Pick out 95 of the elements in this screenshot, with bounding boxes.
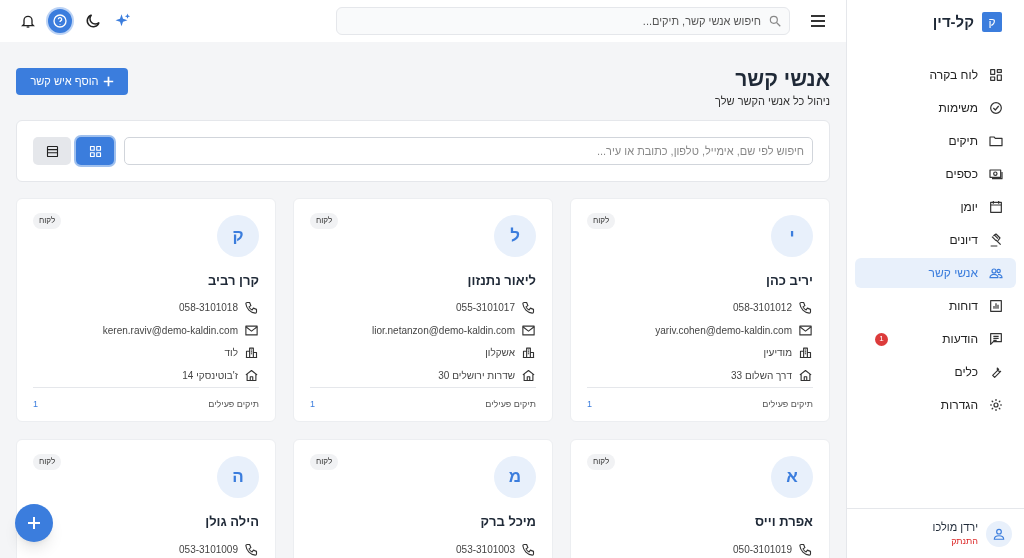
- contact-name: קרן רביב: [208, 272, 259, 290]
- menu-icon[interactable]: [810, 15, 826, 27]
- filter-search-field[interactable]: חיפוש לפי שם, אימייל, טלפון, כתובת או עיר...: [124, 137, 813, 165]
- city-text: אשקלון: [485, 346, 515, 361]
- phone-number: 053-3101009: [179, 543, 238, 557]
- phone-number: 050-3101019: [733, 543, 792, 557]
- client-tag: לקוח: [33, 454, 62, 470]
- house-icon: [244, 367, 259, 383]
- email-text: lior.netanzon@demo-kaldin.com: [372, 323, 515, 338]
- house-icon: [798, 367, 813, 383]
- grid-view-button[interactable]: [76, 137, 114, 165]
- nav-item[interactable]: הגדרות: [855, 390, 1016, 420]
- footer-label: תיקים פעילים: [485, 397, 536, 411]
- nav-item[interactable]: לוח בקרה: [855, 60, 1016, 90]
- logout-link[interactable]: התנתק: [932, 535, 978, 549]
- phone-number: 058-3101018: [179, 301, 238, 316]
- phone-icon: [521, 542, 536, 557]
- user-name: ירדן מולכו: [932, 519, 978, 535]
- buildings-icon: [521, 345, 536, 361]
- check-circle-icon: [988, 100, 1004, 116]
- nav-item[interactable]: דוחות: [855, 291, 1016, 321]
- avatar: ל: [494, 215, 536, 257]
- active-cases-count: 1: [587, 397, 592, 411]
- phone-number: 058-3101012: [733, 301, 792, 316]
- client-tag: לקוח: [33, 213, 62, 229]
- bell-icon[interactable]: [20, 13, 36, 29]
- nav-item[interactable]: כלים: [855, 357, 1016, 387]
- folder-icon: [988, 133, 1004, 149]
- moon-icon[interactable]: [84, 12, 102, 30]
- contact-name: הילה גולן: [205, 513, 259, 531]
- client-tag: לקוח: [310, 454, 339, 470]
- house-icon: [521, 367, 536, 383]
- nav-item[interactable]: אנשי קשר: [855, 258, 1016, 288]
- address-text: שדרות ירושלים 30: [438, 368, 515, 383]
- email-text: keren.raviv@demo-kaldin.com: [102, 323, 238, 338]
- search-icon: [768, 14, 782, 28]
- nav-item[interactable]: משימות: [855, 93, 1016, 123]
- email-text: yariv.cohen@demo-kaldin.com: [655, 323, 792, 338]
- plus-icon: [27, 516, 41, 530]
- calendar-icon: [988, 199, 1004, 215]
- list-view-button[interactable]: [33, 137, 71, 165]
- footer-label: תיקים פעילים: [762, 397, 813, 411]
- app-name: קל-דין: [932, 11, 974, 32]
- buildings-icon: [244, 345, 259, 361]
- help-icon[interactable]: [48, 9, 72, 33]
- notification-badge: 1: [875, 332, 888, 346]
- avatar: מ: [494, 456, 536, 498]
- phone-icon: [244, 300, 259, 316]
- avatar: א: [771, 456, 813, 498]
- phone-icon: [521, 300, 536, 316]
- logo-icon: ק: [982, 12, 1002, 32]
- grid-icon: [87, 143, 103, 159]
- dashboard-icon: [988, 67, 1004, 83]
- phone-icon: [798, 300, 813, 316]
- buildings-icon: [798, 345, 813, 361]
- page-subtitle: ניהול כל אנשי הקשר שלך: [715, 94, 830, 109]
- people-icon: [988, 265, 1004, 281]
- phone-icon: [798, 542, 813, 557]
- client-tag: לקוח: [587, 454, 616, 470]
- nav-item[interactable]: יומן: [855, 192, 1016, 222]
- nav-item[interactable]: כספים: [855, 159, 1016, 189]
- phone-number: 055-3101017: [456, 301, 515, 316]
- nav-item[interactable]: תיקים: [855, 126, 1016, 156]
- list-icon: [44, 143, 60, 159]
- avatar: י: [771, 215, 813, 257]
- phone-number: 053-3101003: [456, 543, 515, 557]
- page-title: אנשי קשר: [734, 68, 830, 89]
- contact-name: אפרת וייס: [755, 513, 813, 531]
- active-cases-count: 1: [33, 397, 38, 411]
- envelope-icon: [521, 322, 536, 338]
- envelope-icon: [798, 322, 813, 338]
- client-tag: לקוח: [587, 213, 616, 229]
- city-text: מודיעין: [763, 346, 792, 361]
- address-text: דרך השלום 33: [731, 368, 792, 383]
- envelope-icon: [244, 322, 259, 338]
- nav-item[interactable]: דיונים: [855, 225, 1016, 255]
- client-tag: לקוח: [310, 213, 339, 229]
- bar-chart-icon: [988, 298, 1004, 314]
- gavel-icon: [988, 232, 1004, 248]
- add-contact-button[interactable]: הוסף איש קשר: [16, 68, 128, 95]
- message-icon: [988, 331, 1004, 347]
- contact-name: ליאור נתנזון: [467, 272, 536, 290]
- contact-name: יריב כהן: [766, 272, 813, 290]
- city-text: לוד: [224, 346, 238, 361]
- footer-label: תיקים פעילים: [208, 397, 259, 411]
- active-cases-count: 1: [310, 397, 315, 411]
- contact-name: מיכל ברק: [480, 513, 536, 531]
- avatar: ק: [217, 215, 259, 257]
- banknote-icon: [988, 166, 1004, 182]
- search-field[interactable]: חיפוש אנשי קשר, תיקים...: [336, 7, 790, 35]
- address-text: ז'בוטינסקי 14: [182, 368, 238, 383]
- phone-icon: [244, 542, 259, 557]
- avatar: ה: [217, 456, 259, 498]
- user-avatar-icon: [986, 520, 1012, 547]
- plus-icon: [102, 76, 114, 87]
